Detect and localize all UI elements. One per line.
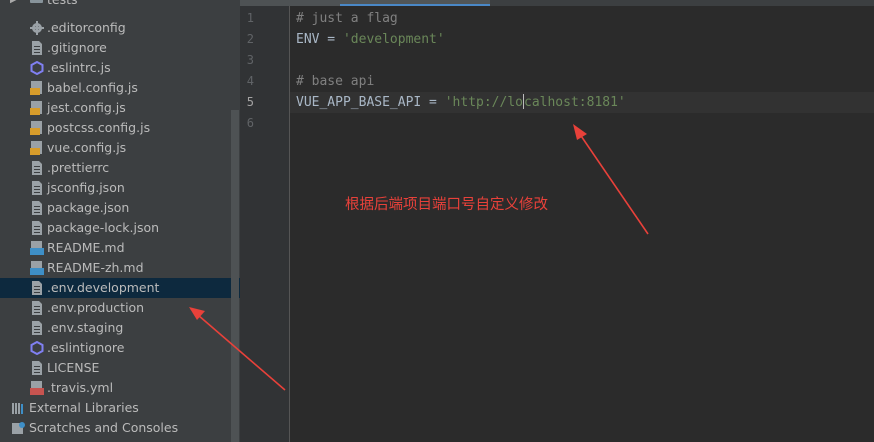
markdown-icon [30, 261, 44, 275]
line-number: 5 [246, 95, 254, 109]
scratches-icon [11, 421, 25, 435]
tree-top-partial[interactable]: ▶ tests [0, 0, 240, 10]
line-number-gutter: 1 2 3 4 5 6 [240, 6, 290, 442]
text-file-icon [30, 41, 44, 55]
tree-item-label: .eslintrc.js [47, 60, 111, 75]
tree-item[interactable]: jsconfig.json [0, 178, 240, 198]
tree-item-label: vue.config.js [47, 140, 127, 155]
tree-item[interactable]: .env.development [0, 278, 240, 298]
tree-item-label: .prettierrc [47, 160, 110, 175]
code-editor[interactable]: # just a flag ENV = 'development' # base a… [290, 6, 874, 442]
tree-item[interactable]: jest.config.js [0, 98, 240, 118]
text-file-icon [30, 161, 44, 175]
tree-item-label: .gitignore [47, 40, 107, 55]
tree-item-label: README-zh.md [47, 260, 144, 275]
tree-item-label: jsconfig.json [47, 180, 125, 195]
tree-item[interactable]: babel.config.js [0, 78, 240, 98]
external-libraries-item[interactable]: External Libraries [0, 398, 240, 418]
text-file-icon [30, 181, 44, 195]
collapse-arrow-icon[interactable]: ▶ [10, 0, 18, 5]
tree-item[interactable]: package-lock.json [0, 218, 240, 238]
js-file-icon [30, 81, 44, 95]
tree-item-label: babel.config.js [47, 80, 138, 95]
project-tool-window: ▶ tests .editorconfig .gitignore .eslintrc… [0, 0, 240, 442]
tree-item[interactable]: LICENSE [0, 358, 240, 378]
js-file-icon [30, 121, 44, 135]
tree-item[interactable]: package.json [0, 198, 240, 218]
code-line[interactable]: # base api [296, 71, 374, 92]
tree-item-label: .env.staging [47, 320, 124, 335]
folder-icon [30, 0, 43, 3]
gear-icon [30, 21, 44, 35]
tree-item[interactable]: README.md [0, 238, 240, 258]
library-icon [11, 401, 25, 415]
tree-item-label: README.md [47, 240, 125, 255]
js-file-icon [30, 101, 44, 115]
markdown-icon [30, 241, 44, 255]
yml-file-icon [30, 381, 44, 395]
js-file-icon [30, 141, 44, 155]
text-file-icon [30, 281, 44, 295]
tree-item[interactable]: postcss.config.js [0, 118, 240, 138]
text-file-icon [30, 201, 44, 215]
eslint-icon [30, 60, 44, 76]
code-line[interactable]: # just a flag [296, 8, 398, 29]
line-number: 1 [246, 11, 254, 25]
tree-item-label: .env.development [47, 280, 160, 295]
tree-item-label: .travis.yml [47, 380, 114, 395]
tree-item-label: package-lock.json [47, 220, 160, 235]
external-libraries-item-label: External Libraries [29, 400, 139, 415]
text-file-icon [30, 361, 44, 375]
tree-item[interactable]: .eslintrc.js [0, 58, 240, 78]
tree-item-label: LICENSE [47, 360, 100, 375]
tree-item[interactable]: .prettierrc [0, 158, 240, 178]
tree-top-partial-label: tests [47, 0, 78, 10]
tree-item-label: .editorconfig [47, 20, 126, 35]
tree-item[interactable]: .editorconfig [0, 18, 240, 38]
text-file-icon [30, 301, 44, 315]
tree-item[interactable]: README-zh.md [0, 258, 240, 278]
code-line[interactable]: ENV = 'development' [296, 29, 445, 50]
text-file-icon [30, 221, 44, 235]
tree-item-label: jest.config.js [47, 100, 126, 115]
tree-item[interactable]: .gitignore [0, 38, 240, 58]
tree-item[interactable]: .travis.yml [0, 378, 240, 398]
scratches-and-consoles-item[interactable]: Scratches and Consoles [0, 418, 240, 438]
line-number: 2 [246, 32, 254, 46]
annotation-text: 根据后端项目端口号自定义修改 [345, 197, 548, 213]
tree-item[interactable]: .env.production [0, 298, 240, 318]
tree-item-label: .env.production [47, 300, 145, 315]
tree-item-label: postcss.config.js [47, 120, 151, 135]
code-line[interactable]: VUE_APP_BASE_API = 'http://localhost:818… [296, 92, 626, 113]
tree-item-label: package.json [47, 200, 130, 215]
line-number: 4 [246, 74, 254, 88]
tree-scrollbar[interactable] [231, 110, 239, 442]
tree-item[interactable]: vue.config.js [0, 138, 240, 158]
tree-item[interactable]: .env.staging [0, 318, 240, 338]
text-file-icon [30, 321, 44, 335]
line-number: 6 [246, 116, 254, 130]
scratches-and-consoles-item-label: Scratches and Consoles [29, 420, 179, 435]
line-number: 3 [246, 53, 254, 67]
tree-item-label: .eslintignore [47, 340, 125, 355]
eslint-icon [30, 340, 44, 356]
tree-item[interactable]: .eslintignore [0, 338, 240, 358]
